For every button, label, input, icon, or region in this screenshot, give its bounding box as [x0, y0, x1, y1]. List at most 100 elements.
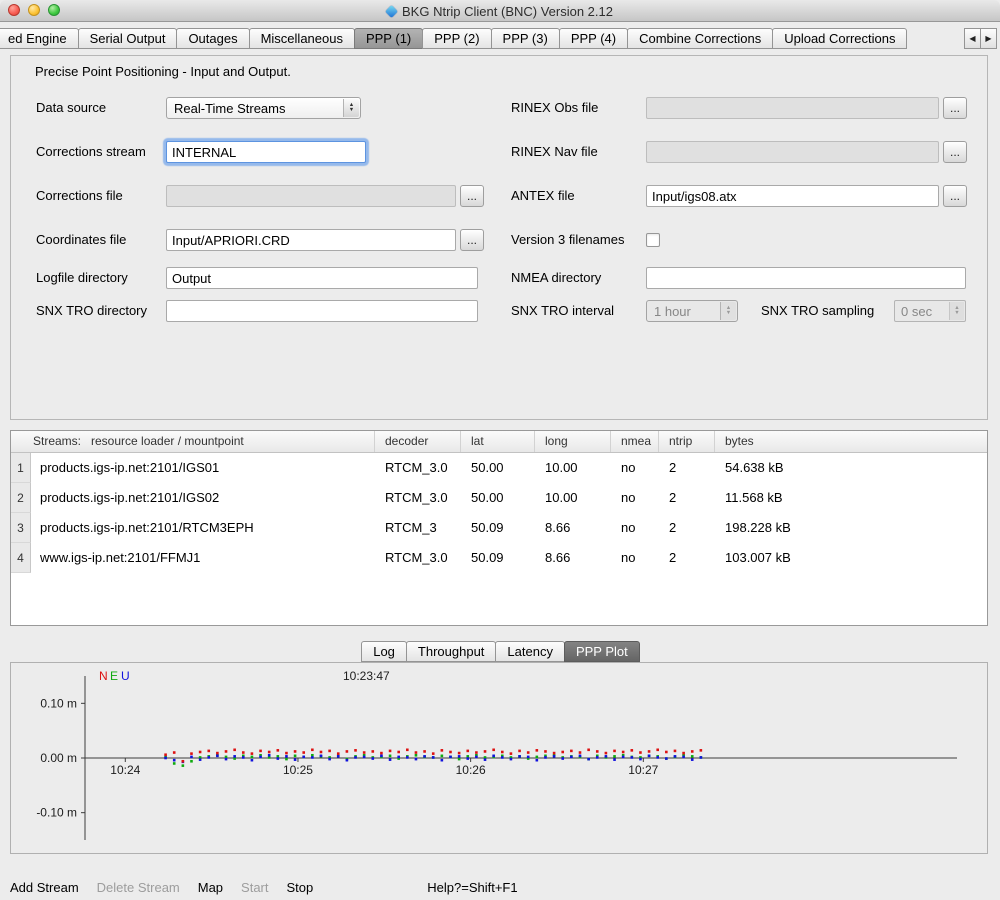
tab-feed-engine[interactable]: ed Engine: [0, 28, 79, 49]
tab-scroll-left-button[interactable]: ◀: [964, 28, 981, 49]
tab-ppp-4[interactable]: PPP (4): [559, 28, 628, 49]
tab-upload-corrections[interactable]: Upload Corrections: [772, 28, 907, 49]
spinner-arrows-icon: ▲▼: [949, 302, 964, 320]
help-hint: Help?=Shift+F1: [427, 880, 517, 895]
cell-decoder: RTCM_3.0: [375, 543, 461, 573]
header-bytes: bytes: [715, 431, 987, 452]
nmea-directory-input[interactable]: [646, 267, 966, 289]
svg-text:10:27: 10:27: [628, 763, 658, 777]
tab-outages[interactable]: Outages: [176, 28, 249, 49]
cell-nmea: no: [611, 543, 659, 573]
coordinates-file-browse-button[interactable]: ...: [460, 229, 484, 251]
cell-mountpoint: products.igs-ip.net:2101/IGS01: [31, 453, 375, 483]
nmea-directory-label: NMEA directory: [511, 267, 601, 289]
row-number: 1: [11, 453, 31, 483]
version3-filenames-label: Version 3 filenames: [511, 229, 624, 251]
streams-table: Streams: resource loader / mountpoint de…: [10, 430, 988, 626]
tab-log[interactable]: Log: [361, 641, 407, 662]
cell-long: 8.66: [535, 513, 611, 543]
rinex-obs-label: RINEX Obs file: [511, 97, 598, 119]
version3-filenames-checkbox[interactable]: [646, 233, 660, 247]
cell-decoder: RTCM_3.0: [375, 453, 461, 483]
window-title: BKG Ntrip Client (BNC) Version 2.12: [402, 4, 613, 19]
stop-button[interactable]: Stop: [287, 880, 314, 895]
header-ntrip: ntrip: [659, 431, 715, 452]
tab-miscellaneous[interactable]: Miscellaneous: [249, 28, 355, 49]
scroll-left-icon: ◀: [969, 34, 975, 43]
tab-latency[interactable]: Latency: [495, 641, 565, 662]
tab-serial-output[interactable]: Serial Output: [78, 28, 178, 49]
table-row[interactable]: 4 www.igs-ip.net:2101/FFMJ1 RTCM_3.0 50.…: [11, 543, 987, 573]
cell-mountpoint: www.igs-ip.net:2101/FFMJ1: [31, 543, 375, 573]
tab-scroll-right-button[interactable]: ▶: [980, 28, 997, 49]
ppp-plot-canvas: 0.10 m0.00 m-0.10 m10:2410:2510:2610:27N…: [11, 663, 987, 853]
cell-mountpoint: products.igs-ip.net:2101/RTCM3EPH: [31, 513, 375, 543]
tab-scroll-buttons: ◀ ▶: [965, 28, 997, 49]
rinex-obs-browse-button[interactable]: ...: [943, 97, 967, 119]
corrections-stream-input[interactable]: [166, 141, 366, 163]
coordinates-file-input[interactable]: [166, 229, 456, 251]
snx-tro-directory-input[interactable]: [166, 300, 478, 322]
snx-tro-sampling-spinner: 0 sec ▲▼: [894, 300, 966, 322]
cell-lat: 50.09: [461, 513, 535, 543]
svg-text:0.10 m: 0.10 m: [40, 696, 77, 710]
table-row[interactable]: 3 products.igs-ip.net:2101/RTCM3EPH RTCM…: [11, 513, 987, 543]
svg-text:10:25: 10:25: [283, 763, 313, 777]
snx-tro-sampling-label: SNX TRO sampling: [761, 300, 874, 322]
app-icon: [385, 5, 398, 18]
tab-throughput[interactable]: Throughput: [406, 641, 497, 662]
header-nmea: nmea: [611, 431, 659, 452]
corrections-file-input: [166, 185, 456, 207]
tab-ppp-plot[interactable]: PPP Plot: [564, 641, 640, 662]
rinex-nav-label: RINEX Nav file: [511, 141, 598, 163]
cell-lat: 50.00: [461, 483, 535, 513]
snx-tro-directory-label: SNX TRO directory: [36, 300, 147, 322]
antex-file-browse-button[interactable]: ...: [943, 185, 967, 207]
cell-long: 10.00: [535, 483, 611, 513]
table-row[interactable]: 2 products.igs-ip.net:2101/IGS02 RTCM_3.…: [11, 483, 987, 513]
corrections-file-browse-button[interactable]: ...: [460, 185, 484, 207]
snx-tro-sampling-value: 0 sec: [901, 304, 932, 319]
ppp-plot-panel: 0.10 m0.00 m-0.10 m10:2410:2510:2610:27N…: [10, 662, 988, 854]
header-decoder: decoder: [375, 431, 461, 452]
statusbar: Add Stream Delete Stream Map Start Stop …: [0, 874, 1000, 900]
svg-text:N: N: [99, 669, 108, 683]
cell-mountpoint: products.igs-ip.net:2101/IGS02: [31, 483, 375, 513]
rinex-obs-input: [646, 97, 939, 119]
plot-tabbar: Log Throughput Latency PPP Plot: [0, 640, 1000, 662]
data-source-label: Data source: [36, 97, 106, 119]
logfile-directory-input[interactable]: [166, 267, 478, 289]
cell-nmea: no: [611, 483, 659, 513]
corrections-stream-label: Corrections stream: [36, 141, 146, 163]
cell-ntrip: 2: [659, 543, 715, 573]
map-button[interactable]: Map: [198, 880, 223, 895]
cell-ntrip: 2: [659, 483, 715, 513]
tab-combine-corrections[interactable]: Combine Corrections: [627, 28, 773, 49]
spin-down-icon: ▼: [954, 311, 959, 316]
table-row[interactable]: 1 products.igs-ip.net:2101/IGS01 RTCM_3.…: [11, 453, 987, 483]
table-header: Streams: resource loader / mountpoint de…: [11, 431, 987, 453]
svg-text:E: E: [110, 669, 118, 683]
svg-text:10:26: 10:26: [456, 763, 486, 777]
tab-ppp-1[interactable]: PPP (1): [354, 28, 423, 49]
panel-description: Precise Point Positioning - Input and Ou…: [35, 64, 291, 79]
bnc-window: BKG Ntrip Client (BNC) Version 2.12 ed E…: [0, 0, 1000, 900]
svg-text:10:23:47: 10:23:47: [343, 669, 390, 683]
row-number: 4: [11, 543, 31, 573]
combo-down-icon: ▼: [349, 108, 354, 113]
tab-ppp-2[interactable]: PPP (2): [422, 28, 491, 49]
row-number: 2: [11, 483, 31, 513]
add-stream-button[interactable]: Add Stream: [10, 880, 79, 895]
scroll-right-icon: ▶: [985, 34, 991, 43]
header-long: long: [535, 431, 611, 452]
combo-arrows-icon: ▲▼: [720, 302, 736, 320]
svg-text:10:24: 10:24: [110, 763, 140, 777]
cell-decoder: RTCM_3: [375, 513, 461, 543]
titlebar[interactable]: BKG Ntrip Client (BNC) Version 2.12: [0, 0, 1000, 22]
rinex-nav-input: [646, 141, 939, 163]
main-tabbar: ed Engine Serial Output Outages Miscella…: [0, 27, 1000, 49]
data-source-select[interactable]: Real-Time Streams ▲▼: [166, 97, 361, 119]
rinex-nav-browse-button[interactable]: ...: [943, 141, 967, 163]
antex-file-input[interactable]: [646, 185, 939, 207]
tab-ppp-3[interactable]: PPP (3): [491, 28, 560, 49]
